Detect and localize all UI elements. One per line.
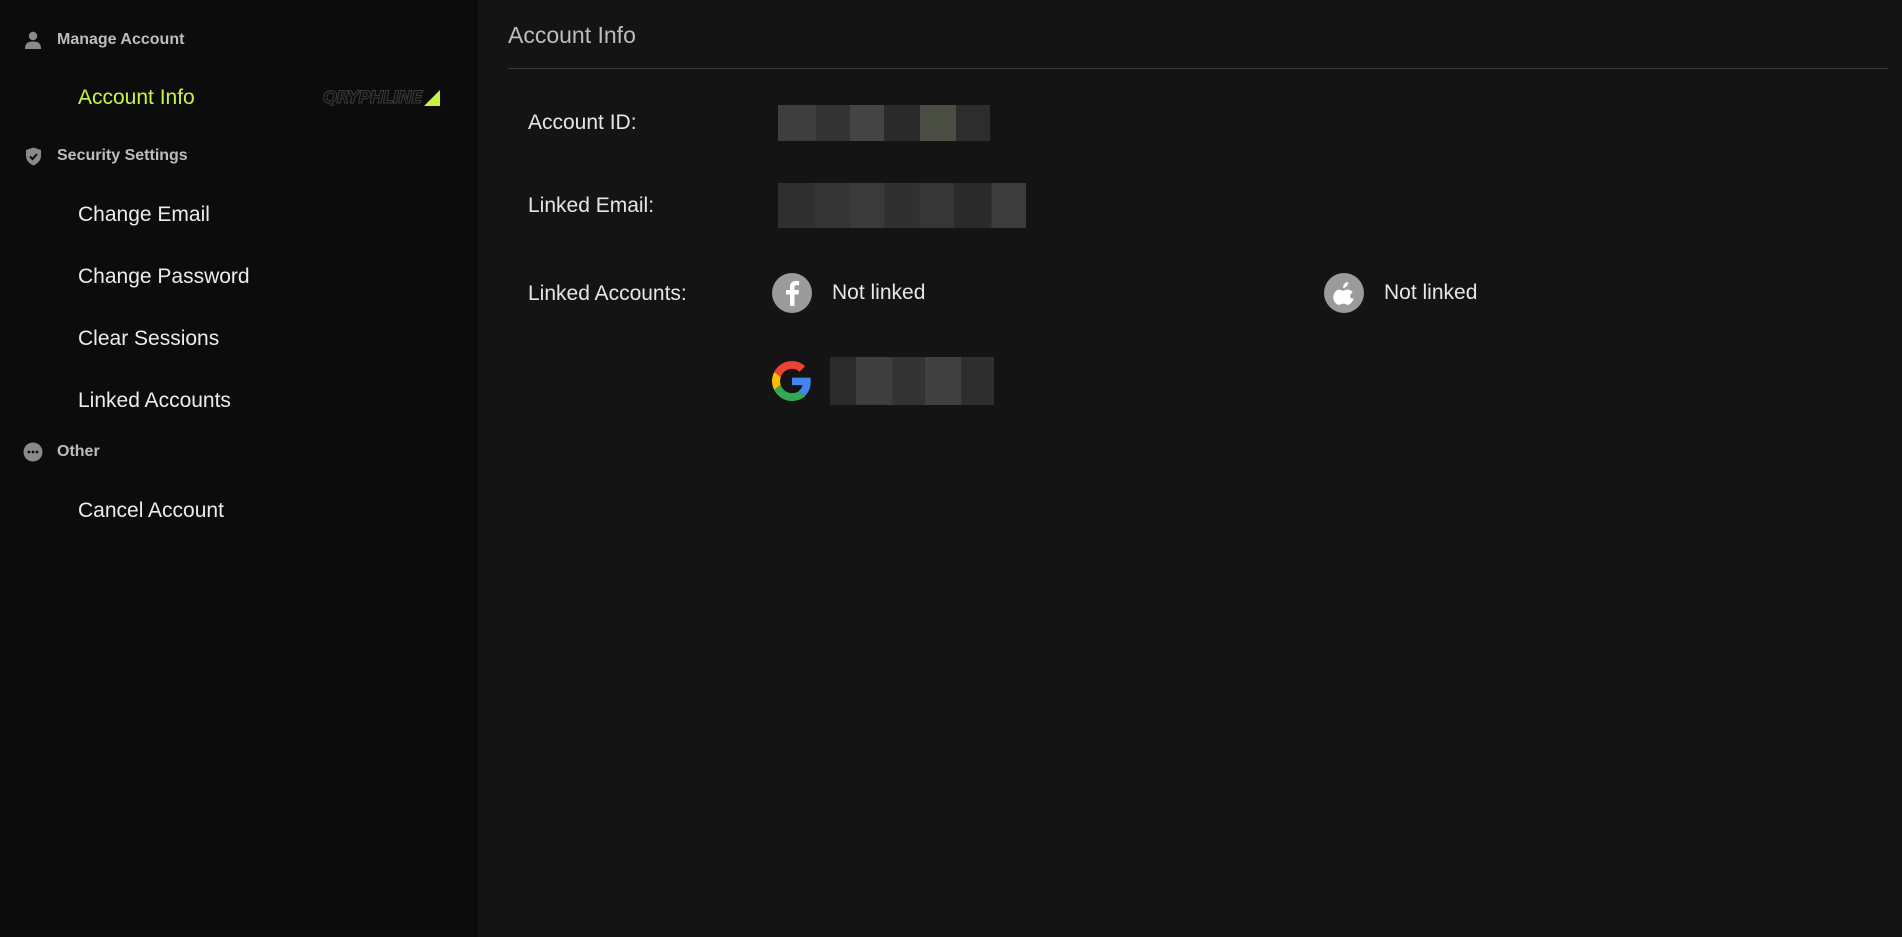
linked-accounts-row: Linked Accounts:: [528, 282, 778, 306]
google-account-redacted: [830, 357, 994, 405]
user-icon: [23, 30, 43, 50]
group-header-security-settings: Security Settings: [0, 142, 478, 170]
google-icon: [772, 361, 812, 401]
sidebar-item-change-email[interactable]: Change Email: [0, 184, 478, 246]
apple-icon: [1324, 273, 1364, 313]
account-settings-app: Manage Account Account Info QRYPHLINE Se…: [0, 0, 1902, 937]
account-id-row: Account ID:: [528, 105, 990, 141]
group-header-label: Other: [57, 443, 100, 460]
brand-triangle-icon: [424, 90, 440, 106]
facebook-link-status: Not linked: [832, 281, 926, 304]
sidebar-item-label: Change Password: [78, 265, 250, 288]
facebook-icon: [772, 273, 812, 313]
page-title: Account Info: [508, 22, 636, 48]
linked-account-facebook[interactable]: Not linked: [772, 273, 925, 313]
sidebar-item-linked-accounts[interactable]: Linked Accounts: [0, 370, 478, 432]
sidebar-item-clear-sessions[interactable]: Clear Sessions: [0, 308, 478, 370]
linked-accounts-label: Linked Accounts:: [528, 282, 687, 305]
linked-account-google[interactable]: [772, 357, 994, 405]
sidebar-item-label: Linked Accounts: [78, 389, 231, 412]
linked-account-apple[interactable]: Not linked: [1324, 273, 1477, 313]
sidebar-item-change-password[interactable]: Change Password: [0, 246, 478, 308]
brand-logo-text: QRYPHLINE: [323, 88, 424, 109]
group-header-label: Security Settings: [57, 147, 188, 164]
sidebar-item-label: Clear Sessions: [78, 327, 220, 350]
group-header-label: Manage Account: [57, 31, 185, 48]
account-id-label: Account ID:: [528, 111, 637, 134]
sidebar: Manage Account Account Info QRYPHLINE Se…: [0, 0, 478, 937]
main-content: Account Info Account ID: Linked Email: L…: [478, 0, 1902, 937]
shield-check-icon: [23, 146, 43, 166]
linked-email-label: Linked Email:: [528, 193, 655, 217]
title-divider: [508, 68, 1888, 69]
group-header-other: Other: [0, 438, 478, 466]
linked-email-value-redacted: [778, 183, 1026, 228]
brand-logo: QRYPHLINE: [323, 88, 440, 109]
sidebar-item-cancel-account[interactable]: Cancel Account: [0, 480, 478, 542]
sidebar-item-label: Cancel Account: [78, 499, 224, 522]
apple-link-status: Not linked: [1384, 281, 1478, 304]
sidebar-item-label: Account Info: [78, 86, 195, 109]
sidebar-item-account-info[interactable]: Account Info QRYPHLINE: [0, 54, 478, 142]
account-id-value-redacted: [778, 105, 990, 141]
linked-email-row: Linked Email:: [528, 183, 1026, 228]
sidebar-item-label: Change Email: [78, 203, 210, 226]
group-header-manage-account: Manage Account: [0, 26, 478, 54]
more-dots-icon: [23, 442, 43, 462]
